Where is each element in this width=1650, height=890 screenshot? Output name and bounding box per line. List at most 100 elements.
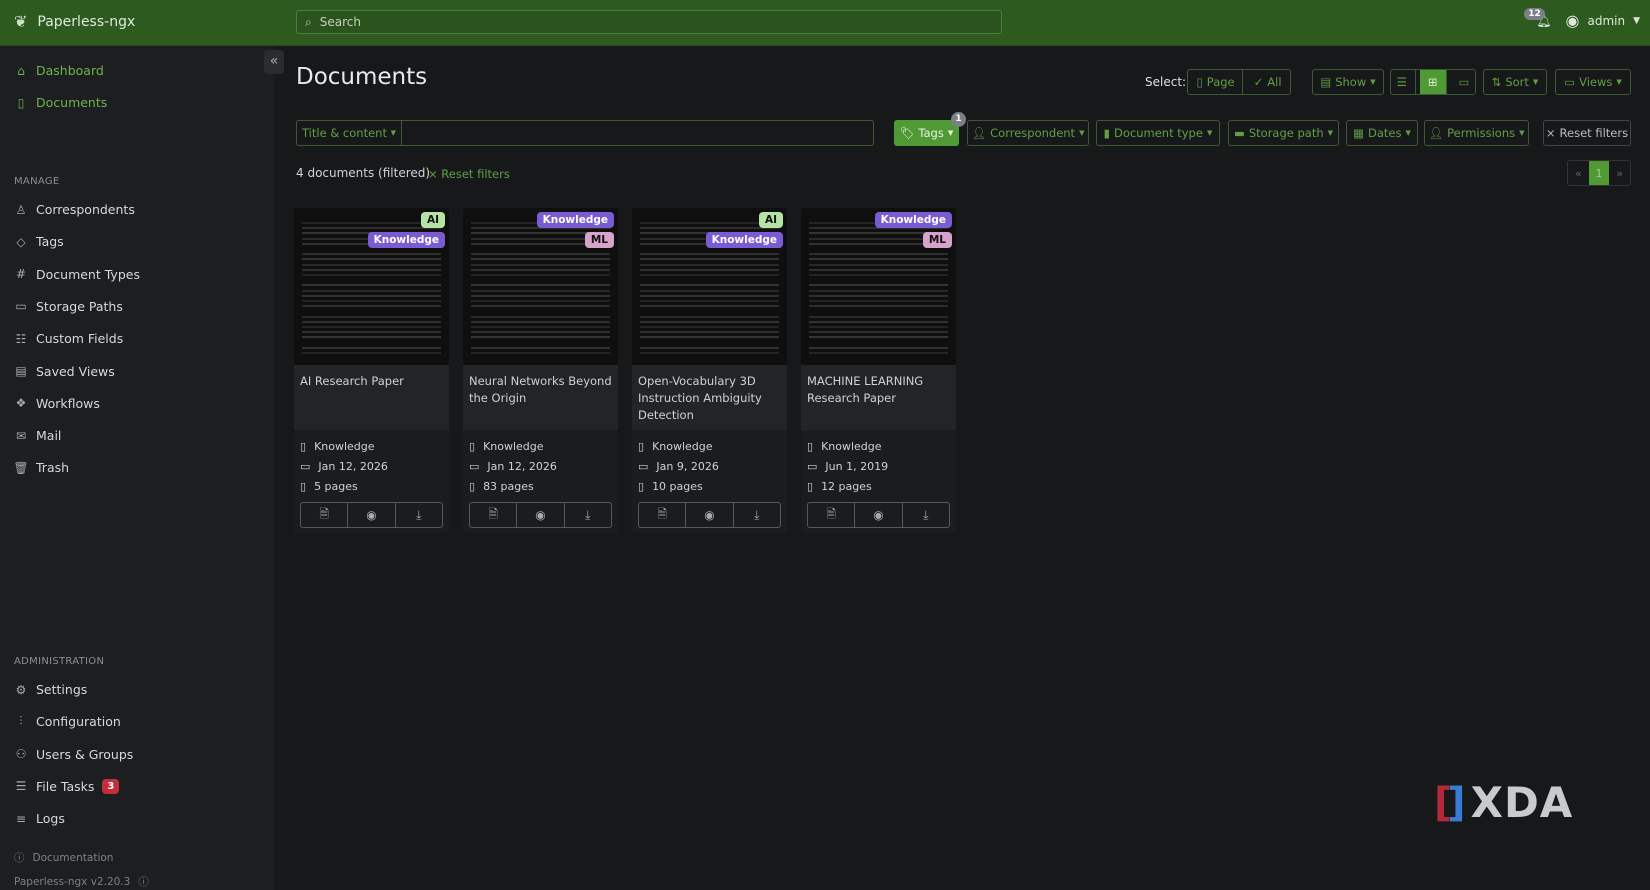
document-card[interactable]: AI Knowledge Open-Vocabulary 3D Instructi… — [632, 208, 787, 533]
tag-badge[interactable]: Knowledge — [367, 232, 445, 248]
page-1-button[interactable]: 1 — [1588, 161, 1610, 185]
sidebar-item-saved-views[interactable]: ▤ Saved Views — [14, 363, 115, 379]
title-content-dropdown[interactable]: Title & content ▼ — [297, 121, 402, 145]
notifications-button[interactable]: 12 🔔︎ — [1524, 7, 1552, 28]
download-button[interactable]: ⤓ — [565, 503, 611, 527]
document-date: ▭ Jun 1, 2019 — [807, 459, 889, 473]
file-icon: ▯ — [17, 95, 25, 110]
storage-path-filter[interactable]: ▬ Storage path ▼ — [1228, 120, 1339, 146]
open-details-button[interactable]: 🗎︎ — [470, 503, 518, 527]
sidebar-item-configuration[interactable]: ⫶ Configuration — [14, 714, 120, 729]
select-page-button[interactable]: ▯ Page — [1189, 70, 1243, 94]
info-icon[interactable]: ⓘ — [138, 874, 149, 889]
global-search[interactable]: ⌕ — [296, 10, 1002, 34]
sidebar-item-documents[interactable]: ▯ Documents — [14, 95, 108, 110]
correspondent-filter[interactable]: 👤︎ Correspondent ▼ — [967, 120, 1089, 146]
sidebar-item-trash[interactable]: 🗑︎ Trash — [13, 460, 69, 475]
download-button[interactable]: ⤓ — [903, 503, 949, 527]
select-group: ▯ Page ✓ All — [1187, 69, 1291, 95]
show-dropdown[interactable]: ▤ Show ▼ — [1312, 69, 1384, 95]
open-details-button[interactable]: 🗎︎ — [301, 503, 349, 527]
preview-button[interactable]: ◉ — [348, 503, 396, 527]
calendar-icon: ▭ — [300, 459, 311, 473]
sidebar-item-document-types[interactable]: # Document Types — [14, 267, 140, 282]
preview-button[interactable]: ◉ — [517, 503, 565, 527]
documentation-link[interactable]: ⓘ Documentation — [14, 850, 113, 865]
large-cards-view-button[interactable]: ▭ — [1451, 70, 1478, 94]
download-button[interactable]: ⤓ — [734, 503, 780, 527]
document-card[interactable]: AI Knowledge AI Research Paper ▯ Knowledge… — [294, 208, 449, 533]
user-menu[interactable]: ◉ admin ▼ — [1566, 11, 1641, 30]
preview-button[interactable]: ◉ — [855, 503, 903, 527]
sidebar-item-logs[interactable]: ≡ Logs — [14, 811, 65, 826]
pagination: « 1 » — [1567, 160, 1631, 186]
next-page-button[interactable]: » — [1609, 161, 1630, 185]
sort-dropdown[interactable]: ⇅ Sort ▼ — [1483, 69, 1547, 95]
document-title[interactable]: Neural Networks Beyond the Origin — [463, 365, 618, 430]
calendar-icon: ▭ — [638, 459, 649, 473]
tag-badge[interactable]: Knowledge — [705, 232, 783, 248]
tag-badge[interactable]: Knowledge — [874, 212, 952, 228]
dates-filter[interactable]: ▦ Dates ▼ — [1346, 120, 1418, 146]
check-all-icon: ✓ — [1253, 75, 1264, 89]
sidebar-item-tags[interactable]: ◇ Tags — [14, 234, 63, 249]
files-icon: ▯ — [469, 479, 476, 493]
sidebar-item-label: Logs — [36, 811, 65, 827]
collapse-sidebar-button[interactable]: « — [264, 50, 284, 74]
document-title[interactable]: Open-Vocabulary 3D Instruction Ambiguity… — [632, 365, 787, 430]
sidebar-item-file-tasks[interactable]: ☰ File Tasks 3 — [14, 778, 120, 794]
tags-filter[interactable]: 🏷︎ Tags ▼ — [894, 120, 959, 146]
page-title: Documents — [296, 64, 428, 90]
hash-icon: # — [15, 267, 27, 282]
sidebar-item-label: Saved Views — [36, 363, 115, 379]
document-thumbnail[interactable]: Knowledge ML — [801, 208, 956, 365]
tag-badge[interactable]: Knowledge — [536, 212, 614, 228]
app-brand[interactable]: ❦ Paperless-ngx — [14, 12, 135, 31]
preview-button[interactable]: ◉ — [686, 503, 734, 527]
open-details-button[interactable]: 🗎︎ — [808, 503, 856, 527]
card-list-icon: ▤ — [1320, 75, 1332, 89]
document-thumbnail[interactable]: AI Knowledge — [294, 208, 449, 365]
list-view-button[interactable]: ☰ — [1389, 70, 1416, 94]
document-type-filter[interactable]: ▮ Document type ▼ — [1096, 120, 1220, 146]
reset-filters-link[interactable]: × Reset filters — [428, 167, 510, 181]
document-thumbnail[interactable]: Knowledge ML — [463, 208, 618, 365]
document-count: 4 documents (filtered) — [296, 166, 431, 180]
views-dropdown[interactable]: ▭ Views ▼ — [1555, 69, 1631, 95]
sidebar-item-custom-fields[interactable]: ☷ Custom Fields — [14, 331, 124, 346]
open-details-button[interactable]: 🗎︎ — [639, 503, 687, 527]
download-button[interactable]: ⤓ — [396, 503, 442, 527]
grid-view-button[interactable]: ⊞ — [1419, 70, 1447, 94]
tag-badge[interactable]: AI — [758, 212, 783, 228]
document-card[interactable]: Knowledge ML Neural Networks Beyond the O… — [463, 208, 618, 533]
sidebar-item-correspondents[interactable]: ♙ Correspondents — [14, 202, 135, 217]
person-icon: 👤︎ — [971, 126, 987, 140]
document-title[interactable]: MACHINE LEARNING Research Paper — [801, 365, 956, 430]
tag-badge[interactable]: ML — [584, 232, 614, 248]
sidebar-item-workflows[interactable]: ❖ Workflows — [14, 396, 100, 411]
reset-filters-button[interactable]: × Reset filters — [1543, 120, 1631, 146]
sidebar-item-storage-paths[interactable]: ▭ Storage Paths — [14, 299, 123, 314]
select-all-button[interactable]: ✓ All — [1247, 70, 1289, 94]
document-title[interactable]: AI Research Paper — [294, 365, 449, 430]
eye-icon: ◉ — [366, 508, 377, 522]
calendar-icon: ▦ — [1353, 126, 1364, 140]
permissions-filter[interactable]: 👤︎ Permissions ▼ — [1424, 120, 1529, 146]
files-icon: ▯ — [300, 479, 307, 493]
top-navbar: ❦ Paperless-ngx ⌕ 12🔔︎ ◉ admin ▼ — [0, 0, 1650, 46]
prev-page-button[interactable]: « — [1568, 161, 1589, 185]
sidebar-item-mail[interactable]: ✉ Mail — [14, 428, 61, 443]
document-card[interactable]: Knowledge ML MACHINE LEARNING Research Pa… — [801, 208, 956, 533]
sidebar-item-settings[interactable]: ⚙ Settings — [14, 682, 88, 697]
search-input[interactable] — [319, 15, 960, 29]
envelope-icon: ✉ — [15, 428, 27, 443]
sidebar-item-dashboard[interactable]: ⌂ Dashboard — [14, 63, 104, 78]
document-thumbnail[interactable]: AI Knowledge — [632, 208, 787, 365]
tag-badge[interactable]: ML — [922, 232, 952, 248]
tag-badge[interactable]: AI — [420, 212, 445, 228]
calendar-icon: ▭ — [469, 459, 480, 473]
sidebar-item-users-groups[interactable]: ⚇ Users & Groups — [14, 747, 134, 762]
manage-section-title: MANAGE — [14, 176, 60, 187]
sort-arrows-icon: ⇅ — [1491, 75, 1502, 89]
title-content-input[interactable] — [402, 121, 873, 145]
